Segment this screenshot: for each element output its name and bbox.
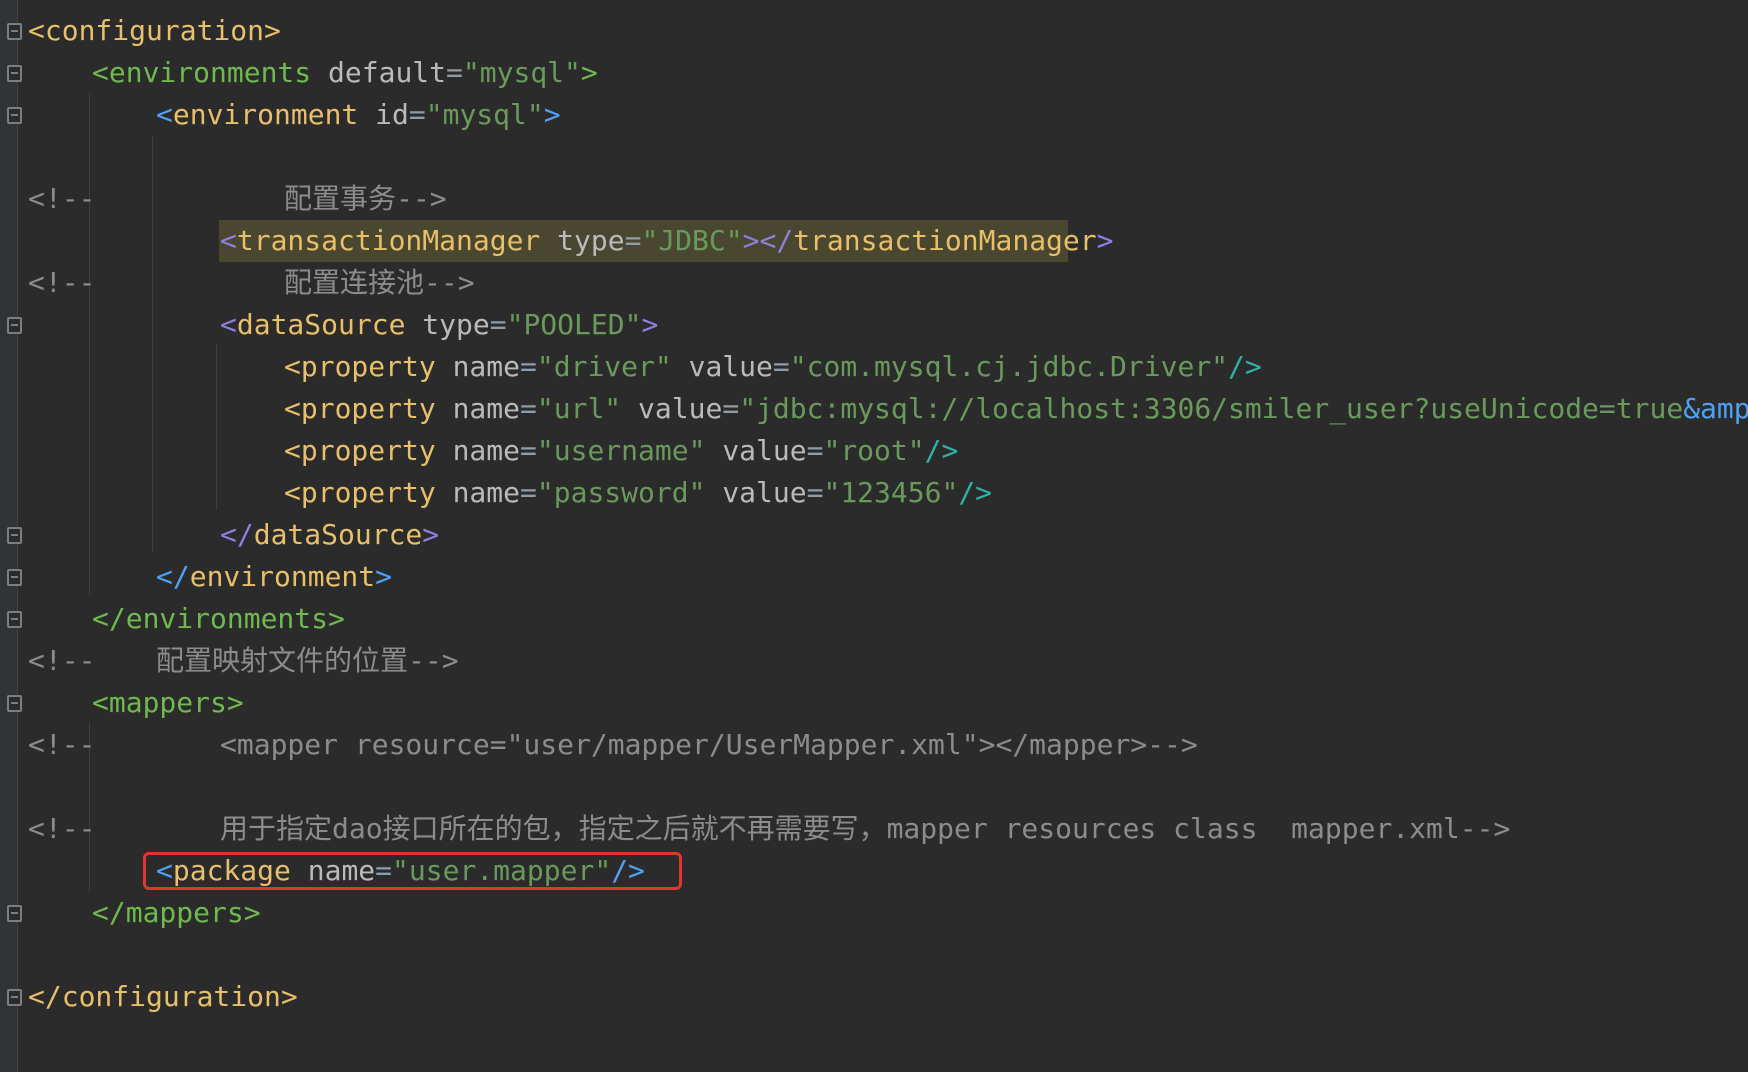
attr-name: value [722, 476, 807, 509]
attr-name: name [452, 476, 521, 509]
code-line[interactable]: <property name="password" value="123456"… [0, 472, 992, 514]
attr-name: id [375, 98, 409, 131]
comment-prefix: <!-- [28, 182, 96, 215]
tag-datasource-close: dataSource [253, 518, 423, 551]
code-line[interactable]: </dataSource> [0, 514, 439, 556]
attr-value: "123456" [823, 476, 959, 509]
code-line[interactable]: <configuration> [0, 10, 281, 52]
entity: &amp; [1683, 392, 1748, 425]
code-line[interactable]: <package name="user.mapper"/> [0, 850, 645, 892]
attr-name: name [452, 392, 521, 425]
attr-value: "com.mysql.cj.jdbc.Driver" [789, 350, 1229, 383]
attr-value: "password" [536, 476, 706, 509]
tag-environments: environments [108, 56, 312, 89]
code-editor[interactable]: <configuration> <environments default="m… [0, 0, 1748, 1072]
code-line[interactable]: </environments> [0, 598, 345, 640]
code-line[interactable]: <!-- 配置映射文件的位置--> [0, 640, 459, 682]
attr-value: "user.mapper" [392, 854, 612, 887]
comment-text: 配置事务--> [284, 182, 447, 215]
indent-guide [152, 136, 153, 552]
indent-guide [216, 344, 217, 510]
code-line[interactable]: <mappers> [0, 682, 244, 724]
attr-value: "JDBC" [641, 224, 743, 257]
attr-value: "driver" [536, 350, 672, 383]
tag-environment: environment [172, 98, 359, 131]
attr-name: type [422, 308, 490, 341]
code-line[interactable]: <dataSource type="POOLED"> [0, 304, 658, 346]
tag-property: property [300, 350, 436, 383]
comment-prefix: <!-- [28, 812, 96, 845]
attr-name: name [452, 350, 521, 383]
tag-transaction-manager: transactionManager [236, 224, 541, 257]
code-line[interactable]: <environments default="mysql"> [0, 52, 598, 94]
attr-value: "jdbc:mysql://localhost:3306/smiler_user… [739, 392, 1684, 425]
comment-text: 配置连接池--> [284, 266, 475, 299]
attr-value: "root" [823, 434, 925, 467]
tag-configuration: configuration [44, 14, 265, 47]
tag-mappers-close: mappers [125, 896, 244, 929]
tag-mappers: mappers [108, 686, 227, 719]
indent-guide [89, 94, 90, 594]
attr-name: value [688, 350, 773, 383]
code-line[interactable]: <!-- <mapper resource="user/mapper/UserM… [0, 724, 1198, 766]
code-line[interactable]: <property name="username" value="root"/> [0, 430, 958, 472]
tag-package: package [172, 854, 291, 887]
comment-prefix: <!-- [28, 728, 96, 761]
code-line[interactable]: <environment id="mysql"> [0, 94, 561, 136]
code-line[interactable]: <!-- 用于指定dao接口所在的包，指定之后就不再需要写，mapper res… [0, 808, 1510, 850]
code-line[interactable]: <transactionManager type="JDBC"></transa… [0, 220, 1113, 262]
code-line[interactable]: <property name="driver" value="com.mysql… [0, 346, 1262, 388]
tag-property: property [300, 392, 436, 425]
code-line[interactable]: <!-- 配置事务--> [0, 178, 447, 220]
tag-configuration-close: configuration [61, 980, 281, 1013]
attr-value: "mysql" [425, 98, 544, 131]
code-line[interactable]: <!-- 配置连接池--> [0, 262, 475, 304]
comment-text: 配置映射文件的位置--> [156, 644, 459, 677]
attr-value: "url" [536, 392, 622, 425]
code-line[interactable]: <property name="url" value="jdbc:mysql:/… [0, 388, 1748, 430]
attr-name: type [557, 224, 625, 257]
attr-value: "POOLED" [506, 308, 642, 341]
comment-prefix: <!-- [28, 644, 96, 677]
attr-name: name [452, 434, 521, 467]
tag-datasource: dataSource [236, 308, 406, 341]
attr-name: value [722, 434, 807, 467]
tag-environments-close: environments [125, 602, 329, 635]
tag-environment-close: environment [189, 560, 376, 593]
attr-name: default [328, 56, 447, 89]
comment-text: 用于指定dao接口所在的包，指定之后就不再需要写，mapper resource… [220, 812, 1511, 845]
code-line[interactable]: </environment> [0, 556, 392, 598]
attr-value: "username" [536, 434, 706, 467]
tag-property: property [300, 476, 436, 509]
code-line[interactable]: </configuration> [0, 976, 298, 1018]
comment-text: <mapper resource="user/mapper/UserMapper… [220, 728, 1198, 761]
tag-transaction-manager-close: transactionManager [793, 224, 1097, 257]
attr-name: value [638, 392, 723, 425]
attr-value: "mysql" [462, 56, 581, 89]
tag-property: property [300, 434, 436, 467]
attr-name: name [307, 854, 376, 887]
code-line[interactable]: </mappers> [0, 892, 261, 934]
comment-prefix: <!-- [28, 266, 96, 299]
